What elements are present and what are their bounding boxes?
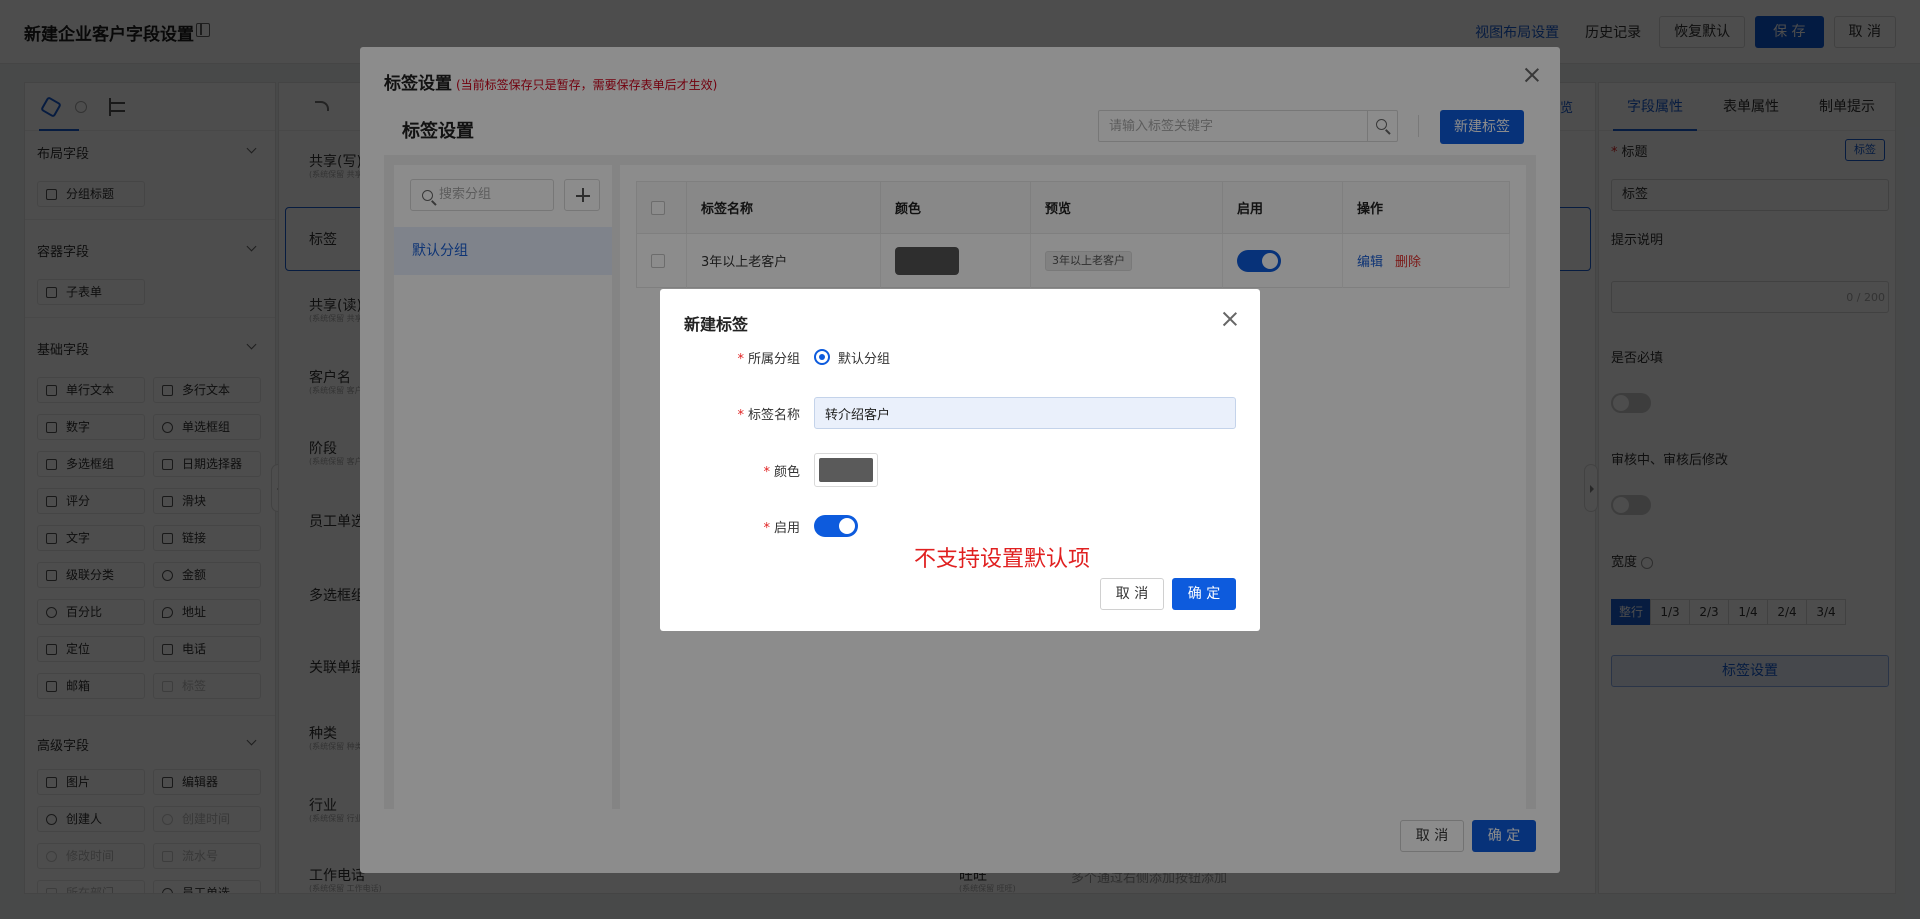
enable-toggle[interactable]: [814, 515, 858, 537]
new-tag-modal: 新建标签 *所属分组 默认分组 *标签名称 *颜色 *启用 不支持设置默认项 取…: [660, 289, 1260, 631]
group-radio[interactable]: [814, 349, 830, 365]
enable-label: * 启用: [763, 521, 800, 536]
tag-name-input[interactable]: [814, 397, 1236, 429]
group-radio-label[interactable]: 默认分组: [838, 348, 890, 367]
group-label: * 所属分组: [737, 352, 800, 367]
confirm-button[interactable]: 确 定: [1172, 578, 1236, 610]
cancel-button[interactable]: 取 消: [1100, 578, 1164, 610]
color-picker[interactable]: [814, 453, 878, 487]
name-label: * 标签名称: [737, 408, 800, 423]
close-icon[interactable]: [1222, 311, 1238, 327]
modal-title: 新建标签: [684, 315, 749, 334]
annotation-text: 不支持设置默认项: [914, 547, 1091, 572]
color-preview: [819, 458, 873, 482]
color-label: * 颜色: [763, 465, 800, 480]
